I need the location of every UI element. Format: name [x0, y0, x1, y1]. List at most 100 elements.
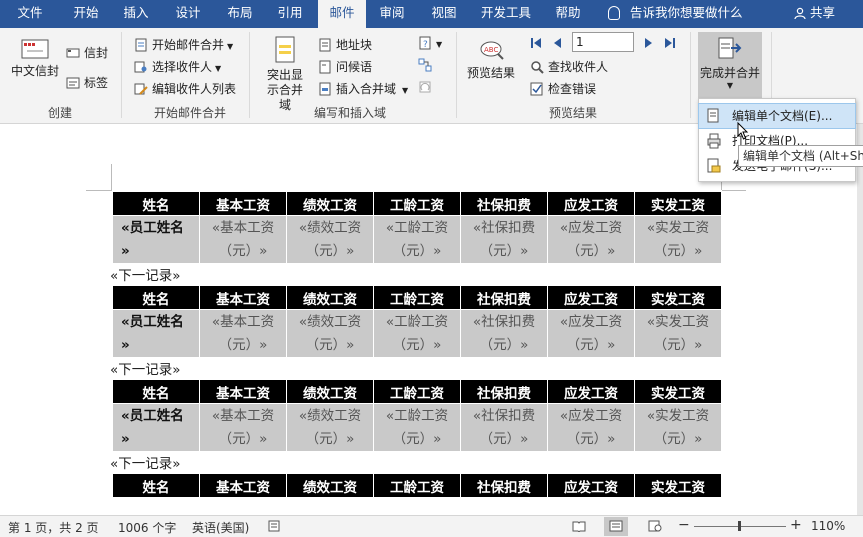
next-record-field[interactable]: «下一记录» — [110, 452, 181, 472]
header-cell-gross-pay[interactable]: 应发工资 — [547, 191, 635, 216]
tab-design[interactable]: 设计 — [164, 0, 212, 28]
header-cell-base-pay[interactable]: 基本工资 — [199, 191, 287, 216]
merge-field-cell[interactable]: «员工姓名 » — [112, 403, 200, 452]
merge-field-cell[interactable]: «绩效工资 （元）» — [286, 215, 374, 264]
header-cell-social-security[interactable]: 社保扣费 — [460, 191, 548, 216]
merge-field-cell[interactable]: «实发工资 （元）» — [634, 309, 722, 358]
web-layout-icon[interactable] — [648, 520, 662, 535]
greeting-line-button[interactable]: 问候语 — [318, 58, 372, 75]
tab-references[interactable]: 引用 — [268, 0, 312, 28]
merge-table[interactable]: 姓名 基本工资 绩效工资 工龄工资 社保扣费 应发工资 实发工资 «员工姓名» … — [112, 379, 722, 452]
read-mode-icon[interactable] — [572, 520, 586, 535]
header-cell-net-pay[interactable]: 实发工资 — [634, 379, 722, 404]
document-page[interactable]: 姓名 基本工资 绩效工资 工龄工资 社保扣费 应发工资 实发工资 «员工姓名» … — [0, 124, 857, 515]
merge-field-cell[interactable]: «员工姓名 » — [112, 309, 200, 358]
rules-button[interactable]: ? ▼ — [418, 36, 442, 51]
previous-record-button[interactable] — [552, 37, 562, 52]
tab-mailings[interactable]: 邮件 — [318, 0, 366, 28]
tab-home[interactable]: 开始 — [62, 0, 110, 28]
zoom-slider-thumb[interactable] — [738, 521, 741, 531]
header-cell-name[interactable]: 姓名 — [112, 285, 200, 310]
tab-insert[interactable]: 插入 — [114, 0, 158, 28]
share-button[interactable]: 共享 — [794, 0, 835, 28]
macro-record-icon[interactable] — [268, 520, 280, 535]
vertical-scrollbar[interactable] — [857, 124, 863, 515]
start-mail-merge-button[interactable]: 开始邮件合并 ▼ — [134, 36, 233, 53]
merge-field-cell[interactable]: «社保扣费 （元）» — [460, 215, 548, 264]
insert-merge-field-button[interactable]: 插入合并域 ▼ — [318, 80, 408, 97]
language-indicator[interactable]: 英语(美国) — [192, 519, 249, 536]
merge-table[interactable]: 姓名 基本工资 绩效工资 工龄工资 社保扣费 应发工资 实发工资 «员工姓名» … — [112, 191, 722, 264]
merge-field-cell[interactable]: «基本工资 （元）» — [199, 403, 287, 452]
match-fields-button[interactable] — [418, 58, 436, 73]
last-record-button[interactable] — [664, 37, 676, 52]
merge-field-cell[interactable]: «工龄工资 （元）» — [373, 215, 461, 264]
preview-results-button[interactable]: ABC 预览结果 — [462, 38, 520, 81]
header-cell-base-pay[interactable]: 基本工资 — [199, 379, 287, 404]
finish-merge-button[interactable]: 完成并合并 ▼ — [698, 32, 762, 98]
first-record-button[interactable] — [530, 37, 542, 52]
update-labels-button[interactable] — [418, 80, 436, 95]
address-block-button[interactable]: 地址块 — [318, 36, 372, 53]
header-cell-social-security[interactable]: 社保扣费 — [460, 379, 548, 404]
header-cell-net-pay[interactable]: 实发工资 — [634, 285, 722, 310]
merge-field-cell[interactable]: «实发工资 （元）» — [634, 215, 722, 264]
merge-field-cell[interactable]: «应发工资 （元）» — [547, 215, 635, 264]
print-layout-icon[interactable] — [604, 517, 628, 536]
edit-recipient-list-button[interactable]: 编辑收件人列表 — [134, 80, 236, 97]
header-cell-gross-pay[interactable]: 应发工资 — [547, 379, 635, 404]
merge-field-cell[interactable]: «基本工资 （元）» — [199, 215, 287, 264]
merge-field-cell[interactable]: «实发工资 （元）» — [634, 403, 722, 452]
merge-field-cell[interactable]: «应发工资 （元）» — [547, 309, 635, 358]
next-record-field[interactable]: «下一记录» — [110, 358, 181, 378]
highlight-merge-fields-button[interactable]: 突出显示合并域 — [256, 36, 314, 113]
header-cell-net-pay[interactable]: 实发工资 — [634, 473, 722, 498]
header-cell-performance-pay[interactable]: 绩效工资 — [286, 191, 374, 216]
tell-me-box[interactable]: 告诉我你想要做什么 — [608, 0, 743, 28]
next-record-button[interactable] — [644, 37, 654, 52]
merge-table[interactable]: 姓名 基本工资 绩效工资 工龄工资 社保扣费 应发工资 实发工资 — [112, 473, 722, 498]
header-cell-seniority-pay[interactable]: 工龄工资 — [373, 285, 461, 310]
merge-field-cell[interactable]: «员工姓名 » — [112, 215, 200, 264]
header-cell-performance-pay[interactable]: 绩效工资 — [286, 473, 374, 498]
tab-developer[interactable]: 开发工具 — [474, 0, 538, 28]
merge-field-cell[interactable]: «社保扣费 （元）» — [460, 309, 548, 358]
header-cell-base-pay[interactable]: 基本工资 — [199, 473, 287, 498]
tab-help[interactable]: 帮助 — [546, 0, 590, 28]
header-cell-base-pay[interactable]: 基本工资 — [199, 285, 287, 310]
header-cell-seniority-pay[interactable]: 工龄工资 — [373, 379, 461, 404]
header-cell-seniority-pay[interactable]: 工龄工资 — [373, 191, 461, 216]
header-cell-performance-pay[interactable]: 绩效工资 — [286, 285, 374, 310]
merge-field-cell[interactable]: «应发工资 （元）» — [547, 403, 635, 452]
header-cell-seniority-pay[interactable]: 工龄工资 — [373, 473, 461, 498]
labels-button[interactable]: 标签 — [66, 74, 108, 91]
merge-field-cell[interactable]: «工龄工资 （元）» — [373, 403, 461, 452]
header-cell-gross-pay[interactable]: 应发工资 — [547, 285, 635, 310]
header-cell-name[interactable]: 姓名 — [112, 379, 200, 404]
merge-field-cell[interactable]: «基本工资 （元）» — [199, 309, 287, 358]
header-cell-social-security[interactable]: 社保扣费 — [460, 285, 548, 310]
merge-field-cell[interactable]: «工龄工资 （元）» — [373, 309, 461, 358]
record-number-input[interactable]: 1 — [572, 32, 634, 52]
header-cell-name[interactable]: 姓名 — [112, 473, 200, 498]
tab-view[interactable]: 视图 — [422, 0, 466, 28]
merge-field-cell[interactable]: «社保扣费 （元）» — [460, 403, 548, 452]
check-errors-button[interactable]: 检查错误 — [530, 80, 596, 97]
zoom-out-button[interactable]: − — [678, 517, 690, 533]
header-cell-gross-pay[interactable]: 应发工资 — [547, 473, 635, 498]
merge-field-cell[interactable]: «绩效工资 （元）» — [286, 309, 374, 358]
find-recipient-button[interactable]: 查找收件人 — [530, 58, 608, 75]
header-cell-net-pay[interactable]: 实发工资 — [634, 191, 722, 216]
page-count[interactable]: 第 1 页，共 2 页 — [8, 519, 99, 536]
header-cell-social-security[interactable]: 社保扣费 — [460, 473, 548, 498]
next-record-field[interactable]: «下一记录» — [110, 264, 181, 284]
tab-file[interactable]: 文件 — [8, 0, 52, 28]
tab-layout[interactable]: 布局 — [216, 0, 264, 28]
header-cell-performance-pay[interactable]: 绩效工资 — [286, 379, 374, 404]
word-count[interactable]: 1006 个字 — [118, 519, 176, 536]
tab-review[interactable]: 审阅 — [370, 0, 414, 28]
zoom-in-button[interactable]: + — [790, 517, 802, 533]
select-recipients-button[interactable]: 选择收件人 ▼ — [134, 58, 221, 75]
envelopes-button[interactable]: 信封 — [66, 44, 108, 61]
chinese-envelope-button[interactable]: 中文信封 — [6, 38, 64, 79]
